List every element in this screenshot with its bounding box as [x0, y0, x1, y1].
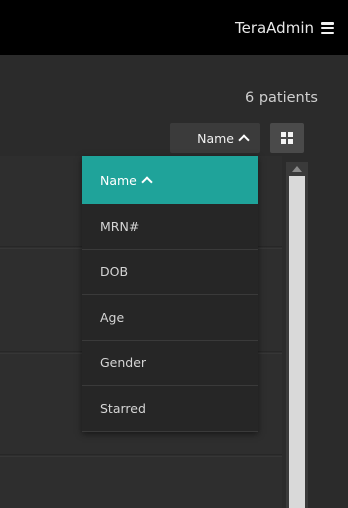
sort-option-age[interactable]: Age: [82, 295, 258, 341]
sort-option-label: MRN#: [100, 218, 140, 234]
sort-dropdown-menu: Name MRN# DOB Age Gender Starred: [82, 156, 258, 432]
sort-option-label: Gender: [100, 355, 147, 371]
sort-button[interactable]: Name: [170, 123, 260, 153]
patient-count: 6 patients: [245, 90, 318, 106]
user-menu-button[interactable]: TeraAdmin: [235, 19, 334, 37]
top-bar: TeraAdmin: [0, 0, 348, 55]
row-divider: [0, 454, 282, 457]
hamburger-menu-icon[interactable]: [321, 22, 334, 34]
sort-option-label: DOB: [100, 264, 129, 280]
sort-option-mrn[interactable]: MRN#: [82, 204, 258, 250]
sort-option-dob[interactable]: DOB: [82, 250, 258, 295]
chevron-up-icon: [238, 134, 250, 146]
sort-option-starred[interactable]: Starred: [82, 386, 258, 432]
grid-view-icon: [281, 132, 293, 144]
sort-option-label: Age: [100, 309, 125, 325]
grid-view-button[interactable]: [270, 123, 304, 153]
user-label: TeraAdmin: [234, 19, 314, 37]
scrollbar-track[interactable]: [289, 176, 305, 508]
scrollbar[interactable]: [286, 162, 308, 508]
sort-button-label: Name: [197, 130, 234, 146]
sort-option-label: Name: [100, 172, 137, 188]
sort-option-name[interactable]: Name: [82, 156, 258, 204]
chevron-up-icon: [141, 176, 153, 188]
sort-option-label: Starred: [100, 400, 146, 416]
sort-option-gender[interactable]: Gender: [82, 341, 258, 386]
scroll-up-arrow-icon[interactable]: [292, 166, 302, 172]
